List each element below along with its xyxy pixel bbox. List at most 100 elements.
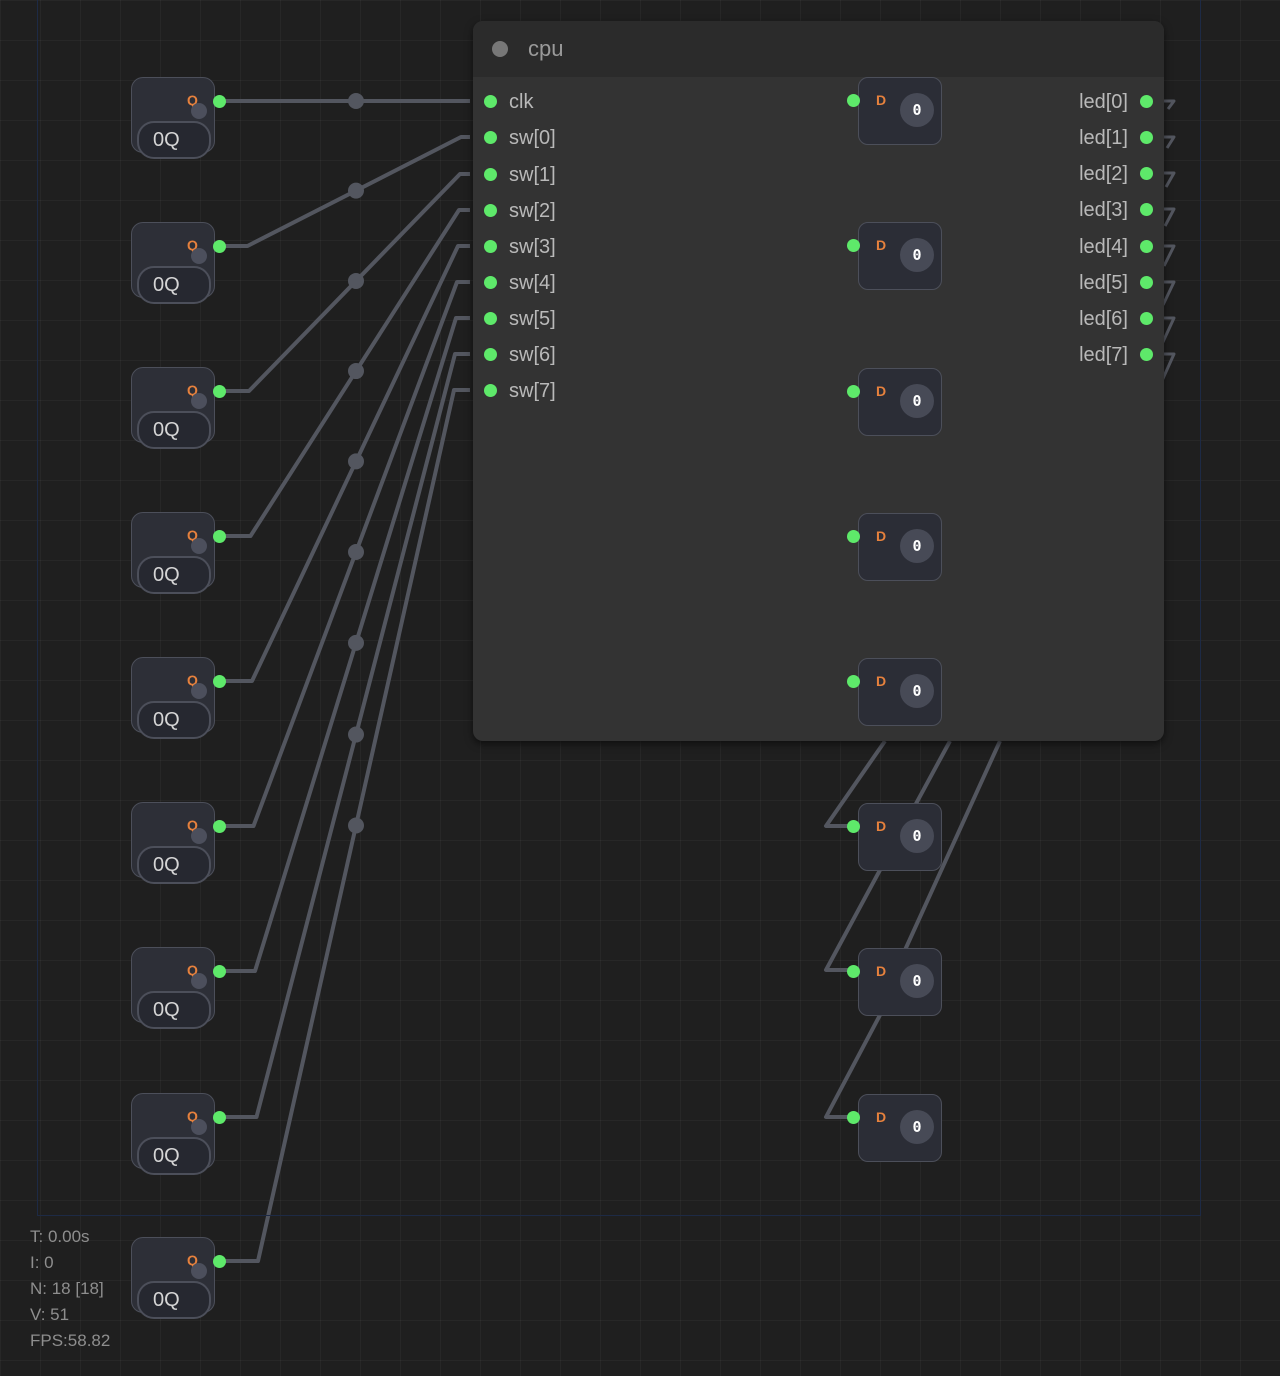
switch-node[interactable]: Q 0Q: [131, 947, 226, 1029]
cpu-output-led6[interactable]: led[6]: [1079, 307, 1156, 331]
output-port-dot[interactable]: [1140, 348, 1153, 361]
switch-output-port[interactable]: [213, 965, 226, 978]
input-port-dot[interactable]: [484, 131, 497, 144]
switch-output-port[interactable]: [213, 385, 226, 398]
switch-output-port[interactable]: [213, 240, 226, 253]
switch-output-port[interactable]: [213, 820, 226, 833]
dff-node[interactable]: D 0: [847, 222, 942, 290]
output-port-label: led[4]: [1079, 236, 1128, 258]
dff-port-label: D: [876, 528, 887, 544]
switch-node[interactable]: Q 0Q: [131, 512, 226, 594]
dff-input-port[interactable]: [847, 1111, 860, 1124]
switch-indicator: [191, 683, 207, 699]
cpu-output-led5[interactable]: led[5]: [1079, 271, 1156, 295]
switch-node[interactable]: Q 0Q: [131, 367, 226, 449]
input-port-dot[interactable]: [484, 95, 497, 108]
dff-node[interactable]: D 0: [847, 948, 942, 1016]
cpu-title: cpu: [528, 36, 564, 61]
switch-indicator: [191, 393, 207, 409]
input-port-dot[interactable]: [484, 204, 497, 217]
input-port-dot[interactable]: [484, 384, 497, 397]
dff-node[interactable]: D 0: [847, 368, 942, 436]
cpu-output-led3[interactable]: led[3]: [1079, 198, 1156, 222]
dff-node[interactable]: D 0: [847, 77, 942, 145]
wire-junction: [348, 726, 364, 743]
switch-node[interactable]: Q 0Q: [131, 657, 226, 739]
input-port-dot[interactable]: [484, 348, 497, 361]
input-port-label: sw[4]: [509, 272, 556, 294]
output-port-dot[interactable]: [1140, 131, 1153, 144]
input-port-label: sw[6]: [509, 344, 556, 366]
switch-output-port[interactable]: [213, 530, 226, 543]
wire: [224, 280, 470, 828]
dff-port-label: D: [876, 673, 887, 689]
cpu-input-clk[interactable]: clk: [481, 90, 533, 114]
input-port-label: sw[1]: [509, 164, 556, 186]
dff-input-port[interactable]: [847, 94, 860, 107]
cpu-header[interactable]: cpu: [473, 21, 1164, 77]
input-port-label: sw[3]: [509, 236, 556, 258]
cpu-input-sw2[interactable]: sw[2]: [481, 199, 556, 223]
stat-nodes: N: 18 [18]: [30, 1279, 104, 1298]
output-port-dot[interactable]: [1140, 95, 1153, 108]
wire: [224, 352, 470, 1119]
cpu-output-led7[interactable]: led[7]: [1079, 343, 1156, 367]
dff-input-port[interactable]: [847, 530, 860, 543]
dff-input-port[interactable]: [847, 239, 860, 252]
dff-input-port[interactable]: [847, 385, 860, 398]
output-port-dot[interactable]: [1140, 312, 1153, 325]
wire: [1164, 135, 1176, 149]
dff-input-port[interactable]: [847, 965, 860, 978]
output-port-dot[interactable]: [1140, 240, 1153, 253]
switch-value-label: 0Q: [137, 846, 211, 884]
switch-node[interactable]: Q 0Q: [131, 222, 226, 304]
dff-node[interactable]: D 0: [847, 658, 942, 726]
input-port-dot[interactable]: [484, 312, 497, 325]
switch-output-port[interactable]: [213, 675, 226, 688]
switch-indicator: [191, 538, 207, 554]
output-port-label: led[2]: [1079, 163, 1128, 185]
output-port-dot[interactable]: [1140, 167, 1153, 180]
switch-node[interactable]: Q 0Q: [131, 1093, 226, 1175]
dff-input-port[interactable]: [847, 820, 860, 833]
cpu-module[interactable]: cpu clk sw[0] sw[1] sw[2] sw[3] sw[4] sw…: [473, 21, 1164, 741]
switch-indicator: [191, 1263, 207, 1279]
switch-node[interactable]: Q 0Q: [131, 77, 226, 159]
wire: [824, 740, 1002, 1119]
cpu-input-sw5[interactable]: sw[5]: [481, 307, 556, 331]
wire-junction: [348, 363, 364, 380]
switch-output-port[interactable]: [213, 1255, 226, 1268]
input-port-dot[interactable]: [484, 168, 497, 181]
dff-input-port[interactable]: [847, 675, 860, 688]
switch-output-port[interactable]: [213, 1111, 226, 1124]
cpu-input-sw3[interactable]: sw[3]: [481, 235, 556, 259]
switch-node[interactable]: Q 0Q: [131, 802, 226, 884]
input-port-label: sw[5]: [509, 308, 556, 330]
switch-output-port[interactable]: [213, 95, 226, 108]
cpu-output-led1[interactable]: led[1]: [1079, 126, 1156, 150]
cpu-output-led0[interactable]: led[0]: [1079, 90, 1156, 114]
cpu-input-sw0[interactable]: sw[0]: [481, 126, 556, 150]
input-port-dot[interactable]: [484, 276, 497, 289]
cpu-output-led4[interactable]: led[4]: [1079, 235, 1156, 259]
dff-node[interactable]: D 0: [847, 803, 942, 871]
dff-port-label: D: [876, 237, 887, 253]
dff-value: 0: [900, 964, 934, 998]
dff-node[interactable]: D 0: [847, 1094, 942, 1162]
dff-value: 0: [900, 529, 934, 563]
cpu-input-sw4[interactable]: sw[4]: [481, 271, 556, 295]
wire: [1164, 99, 1176, 110]
cpu-input-sw7[interactable]: sw[7]: [481, 379, 556, 403]
switch-value-label: 0Q: [137, 1137, 211, 1175]
switch-node[interactable]: Q 0Q: [131, 1237, 226, 1319]
cpu-input-sw6[interactable]: sw[6]: [481, 343, 556, 367]
wire-junction: [348, 453, 364, 470]
output-port-dot[interactable]: [1140, 203, 1153, 216]
cpu-input-sw1[interactable]: sw[1]: [481, 163, 556, 187]
cpu-output-led2[interactable]: led[2]: [1079, 162, 1156, 186]
input-port-dot[interactable]: [484, 240, 497, 253]
output-port-dot[interactable]: [1140, 276, 1153, 289]
wire: [224, 172, 470, 393]
dff-node[interactable]: D 0: [847, 513, 942, 581]
switch-indicator: [191, 248, 207, 264]
